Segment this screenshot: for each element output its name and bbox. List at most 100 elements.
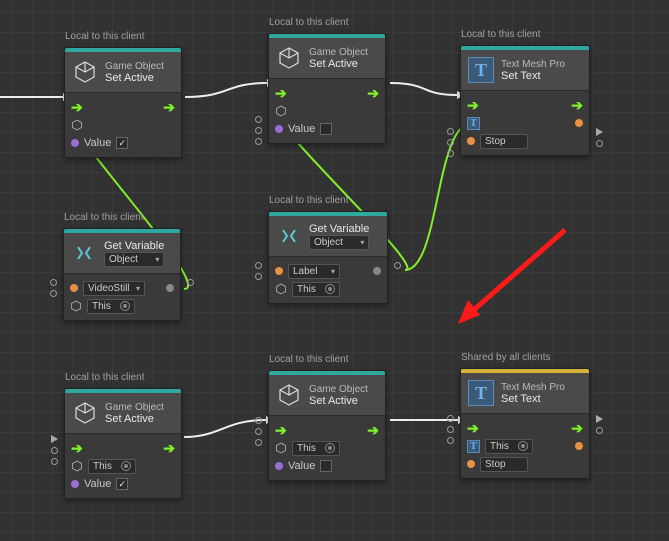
exec-in-icon[interactable]: ➔ [467,97,479,114]
object-port-icon[interactable] [275,283,287,295]
value-checkbox[interactable]: ✓ [116,478,128,490]
node-set-active-3[interactable]: Local to this client Game Object Set Act… [64,388,182,499]
node-subtitle: Game Object [309,384,368,395]
exec-in-icon[interactable]: ➔ [275,422,287,439]
node-header: Game Object Set Active [269,38,385,78]
node-header: Game Object Set Active [65,52,181,92]
node-subtitle: Game Object [105,402,164,413]
port-dot[interactable] [255,273,262,280]
value-port-icon[interactable] [71,139,79,147]
variable-kind-dropdown[interactable]: Object▾ [104,252,164,267]
node-set-text-2[interactable]: Shared by all clients T Text Mesh Pro Se… [460,368,590,479]
port-dot[interactable] [447,437,454,444]
text-value-field[interactable]: Stop [480,134,528,149]
name-port-icon[interactable] [275,267,283,275]
port-dot[interactable] [394,262,401,269]
port-dot[interactable] [255,116,262,123]
name-port-icon[interactable] [70,284,78,292]
port-dot[interactable] [447,150,454,157]
exec-in-icon[interactable]: ➔ [71,440,83,457]
port-dot[interactable] [187,279,194,286]
variable-name-field[interactable]: Label▾ [288,264,340,279]
port-dot[interactable] [50,279,57,286]
port-dot[interactable] [447,128,454,135]
node-get-variable-2[interactable]: Local to this client Get Variable Object… [268,211,388,304]
object-port-icon[interactable] [71,119,83,131]
node-header: T Text Mesh Pro Set Text [461,373,589,413]
port-dot[interactable] [255,417,262,424]
node-header: Game Object Set Active [65,393,181,433]
value-label: Value [84,137,111,149]
port-dot[interactable] [255,439,262,446]
object-target-field[interactable]: This [292,441,340,456]
string-port-icon[interactable] [467,460,475,468]
value-label: Value [288,460,315,472]
out-port-icon[interactable] [575,442,583,450]
exec-in-icon[interactable]: ➔ [71,99,83,116]
object-port-icon[interactable] [71,460,83,472]
exec-out-icon[interactable]: ➔ [367,422,379,439]
exec-out-icon[interactable]: ➔ [367,85,379,102]
node-set-active-1[interactable]: Local to this client Game Object Set Act… [64,47,182,158]
object-target-field[interactable]: This [292,282,340,297]
exec-in-icon[interactable]: ➔ [275,85,287,102]
variable-kind-dropdown[interactable]: Object▾ [309,235,369,250]
value-port-icon[interactable] [71,480,79,488]
port-dot[interactable] [255,428,262,435]
value-port-icon[interactable] [275,125,283,133]
scope-label: Local to this client [65,372,145,383]
text-value-field[interactable]: Stop [480,457,528,472]
exec-out-icon[interactable]: ➔ [163,99,175,116]
cube-icon [275,381,303,409]
port-dot[interactable] [447,426,454,433]
port-dot[interactable] [255,138,262,145]
out-port-icon[interactable] [166,284,174,292]
variable-icon [70,239,98,267]
scope-label: Local to this client [269,17,349,28]
port-dot[interactable] [51,458,58,465]
value-checkbox[interactable]: ✓ [116,137,128,149]
node-set-text-1[interactable]: Local to this client T Text Mesh Pro Set… [460,45,590,156]
exec-out-tri[interactable] [596,128,603,136]
value-checkbox[interactable] [320,123,332,135]
port-dot[interactable] [50,290,57,297]
object-target-field[interactable]: This [485,439,533,454]
exec-in-tri[interactable] [51,435,58,443]
value-label: Value [288,123,315,135]
node-title: Set Active [105,72,164,84]
cube-icon [275,44,303,72]
node-subtitle: Text Mesh Pro [501,59,565,70]
port-dot[interactable] [51,447,58,454]
node-set-active-2[interactable]: Local to this client Game Object Set Act… [268,33,386,144]
out-port-icon[interactable] [373,267,381,275]
port-dot[interactable] [255,127,262,134]
object-port-icon[interactable] [70,300,82,312]
object-target-field[interactable]: This [88,459,136,474]
object-port-icon[interactable] [275,105,287,117]
value-checkbox[interactable] [320,460,332,472]
value-port-icon[interactable] [275,462,283,470]
object-port-icon[interactable] [275,442,287,454]
annotation-arrow-icon [450,220,580,330]
node-get-variable-1[interactable]: Local to this client Get Variable Object… [63,228,181,321]
text-port-icon[interactable]: T [467,440,480,453]
exec-out-icon[interactable]: ➔ [571,420,583,437]
string-port-icon[interactable] [467,137,475,145]
variable-name-field[interactable]: VideoStill▾ [83,281,145,296]
exec-in-icon[interactable]: ➔ [467,420,479,437]
port-dot[interactable] [447,415,454,422]
port-dot[interactable] [447,139,454,146]
out-port-icon[interactable] [575,119,583,127]
exec-out-tri[interactable] [596,415,603,423]
port-dot[interactable] [596,140,603,147]
port-dot[interactable] [255,262,262,269]
exec-out-icon[interactable]: ➔ [571,97,583,114]
text-icon: T [467,379,495,407]
text-port-icon[interactable]: T [467,117,480,130]
port-dot[interactable] [596,427,603,434]
object-target-field[interactable]: This [87,299,135,314]
cube-icon [71,399,99,427]
scope-label: Shared by all clients [461,352,551,363]
node-set-active-4[interactable]: Local to this client Game Object Set Act… [268,370,386,481]
exec-out-icon[interactable]: ➔ [163,440,175,457]
